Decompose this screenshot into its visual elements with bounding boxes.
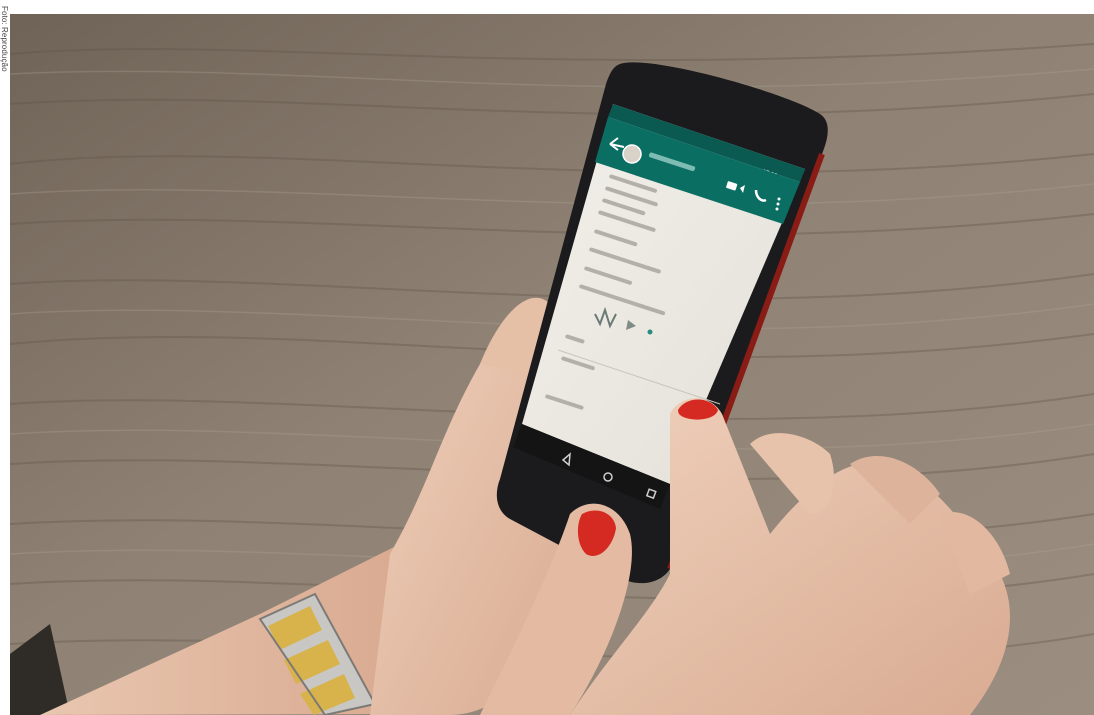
photo-scene: 17:09	[10, 14, 1094, 715]
photo: 17:09	[10, 14, 1094, 715]
avatar[interactable]	[622, 144, 642, 164]
photo-credit-text: Foto: Reprodução	[0, 6, 9, 72]
photo-credit: Foto: Reprodução	[0, 0, 10, 140]
